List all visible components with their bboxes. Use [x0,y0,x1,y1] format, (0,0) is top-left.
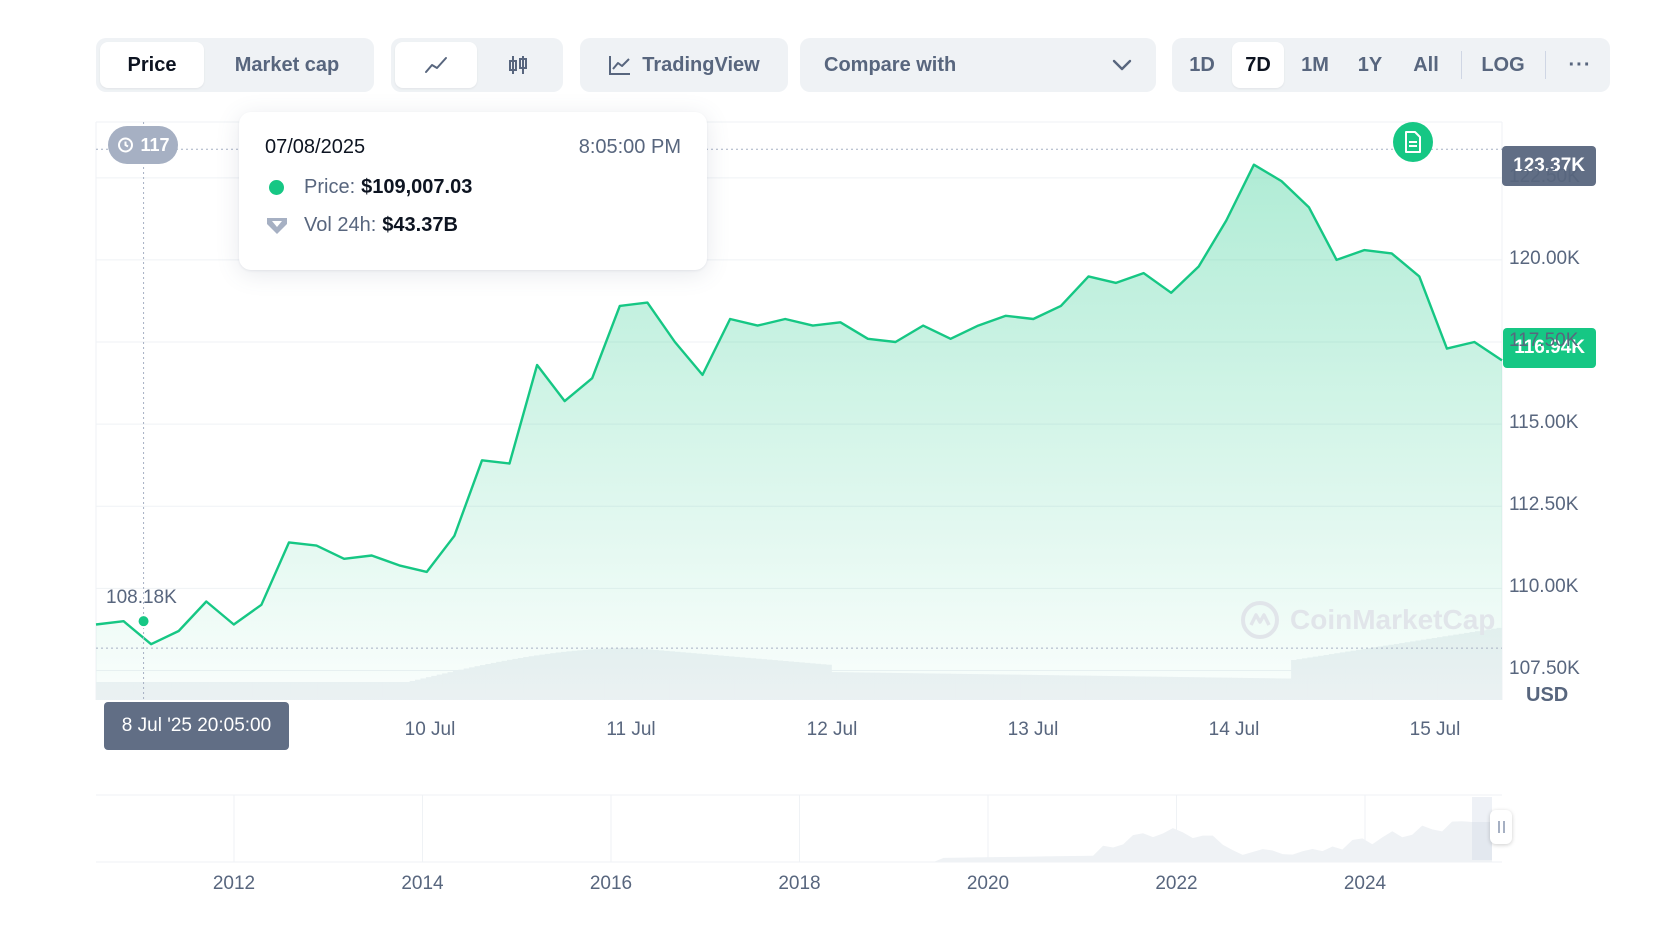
x-tick-label: 12 Jul [806,719,858,740]
y-tick-label: 117.50K [1509,330,1579,352]
tooltip-date: 07/08/2025 [265,136,366,158]
y-tick-label: 107.50K [1509,658,1580,680]
price-dot-icon [269,180,284,195]
y-tick-label: 112.50K [1509,494,1579,516]
watermark-text: CoinMarketCap [1290,604,1496,635]
volume-icon [267,217,287,234]
document-icon [1405,131,1421,153]
history-icon [118,137,134,153]
x-tick-label: 15 Jul [1409,719,1461,740]
hover-point [136,614,151,629]
x-tick-label: 13 Jul [1007,719,1059,740]
tooltip-price-label: Price: [304,176,356,198]
navigator-year-label: 2020 [966,873,1010,894]
coinmarketcap-logo-icon [1241,601,1279,639]
tooltip-volume-row: Vol 24h: $43.37B [265,214,681,237]
low-price-label: 108.18K [106,587,177,608]
range-navigator[interactable] [96,794,1502,863]
navigator-year-label: 2024 [1343,873,1387,894]
y-tick-label: 122.50K [1509,165,1580,187]
x-tick-label: 10 Jul [404,719,456,740]
currency-label: USD [1526,684,1569,706]
watermark: CoinMarketCap [1240,600,1495,640]
navigator-selection [1472,797,1492,860]
y-tick-label: 110.00K [1509,576,1579,598]
note-pin[interactable] [1393,122,1433,162]
tooltip-header: 07/08/2025 8:05:00 PM [265,136,681,159]
price-tooltip: 07/08/2025 8:05:00 PM Price: $109,007.03… [239,112,707,270]
navigator-handle[interactable] [1490,810,1512,844]
x-tick-label: 11 Jul [606,719,656,740]
navigator-year-label: 2012 [212,873,256,894]
history-count: 117 [140,134,170,155]
tooltip-price-value: $109,007.03 [361,176,473,198]
x-tick-label: 14 Jul [1208,719,1260,740]
tooltip-time: 8:05:00 PM [578,136,681,158]
navigator-year-label: 2022 [1155,873,1198,894]
y-tick-label: 115.00K [1509,412,1579,434]
tooltip-price-row: Price: $109,007.03 [265,176,681,199]
tooltip-volume-label: Vol 24h: [304,214,377,236]
history-badge[interactable]: 117 [108,126,178,164]
navigator-year-label: 2018 [778,873,821,894]
handle-grip-icon [1497,821,1500,833]
navigator-year-label: 2016 [589,873,633,894]
navigator-history-area [96,821,1492,862]
navigator-year-label: 2014 [401,873,444,894]
tooltip-volume-value: $43.37B [382,214,458,236]
handle-grip-icon [1502,821,1505,833]
crosshair-date-label: 8 Jul '25 20:05:00 [104,702,289,750]
y-tick-label: 120.00K [1509,247,1580,269]
